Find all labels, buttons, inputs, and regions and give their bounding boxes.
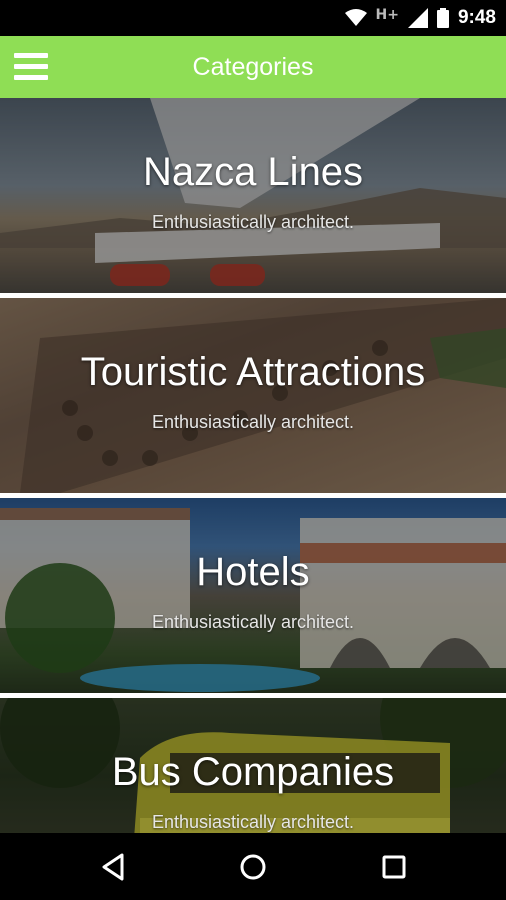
category-title: Nazca Lines bbox=[142, 150, 364, 194]
recents-icon[interactable] bbox=[376, 849, 412, 885]
status-bar: H+ 9:48 bbox=[0, 0, 506, 36]
category-subtitle: Enthusiastically architect. bbox=[151, 812, 355, 832]
home-icon[interactable] bbox=[235, 849, 271, 885]
category-subtitle: Enthusiastically architect. bbox=[151, 412, 355, 432]
back-icon[interactable] bbox=[96, 849, 132, 885]
category-card-nazca-lines[interactable]: Nazca Lines Enthusiastically architect. bbox=[0, 98, 506, 293]
page-title: Categories bbox=[192, 53, 314, 81]
signal-icon bbox=[407, 8, 428, 28]
category-card-bus-companies[interactable]: Bus Companies Enthusiastically architect… bbox=[0, 698, 506, 833]
status-icons: H+ 9:48 bbox=[344, 0, 496, 36]
category-card-hotels[interactable]: Hotels Enthusiastically architect. bbox=[0, 498, 506, 693]
category-title: Touristic Attractions bbox=[80, 350, 426, 394]
category-title: Hotels bbox=[196, 550, 310, 594]
category-list: Nazca Lines Enthusiastically architect. … bbox=[0, 98, 506, 833]
category-card-touristic-attractions[interactable]: Touristic Attractions Enthusiastically a… bbox=[0, 298, 506, 493]
system-nav-bar bbox=[0, 833, 506, 900]
category-title: Bus Companies bbox=[111, 750, 395, 794]
app-bar: Categories bbox=[0, 36, 506, 98]
category-subtitle: Enthusiastically architect. bbox=[151, 612, 355, 632]
clock: 9:48 bbox=[457, 7, 496, 28]
network-type-label: H+ bbox=[375, 7, 399, 23]
category-subtitle: Enthusiastically architect. bbox=[151, 212, 355, 232]
wifi-icon bbox=[344, 9, 367, 26]
battery-icon bbox=[436, 8, 449, 28]
